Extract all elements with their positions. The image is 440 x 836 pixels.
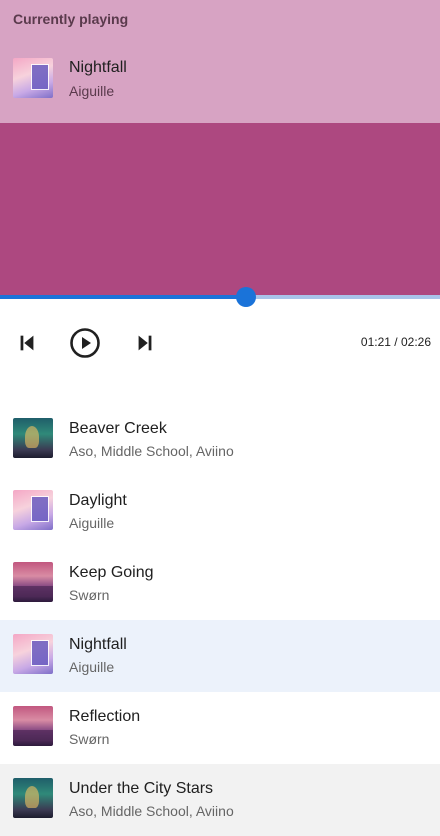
previous-button[interactable] bbox=[6, 322, 48, 364]
playlist-item[interactable]: Daylight Aiguille bbox=[0, 476, 440, 548]
playlist-item-selected[interactable]: Nightfall Aiguille bbox=[0, 620, 440, 692]
track-artwork bbox=[13, 418, 53, 458]
now-playing-header: Currently playing Nightfall Aiguille bbox=[0, 0, 440, 123]
skip-next-icon bbox=[138, 335, 152, 351]
track-title: Keep Going bbox=[69, 564, 154, 581]
now-playing-label: Currently playing bbox=[13, 11, 129, 27]
playlist-item[interactable]: Keep Going Swørn bbox=[0, 548, 440, 620]
track-artist: Aso, Middle School, Aviino bbox=[69, 443, 234, 459]
audio-visualizer bbox=[0, 123, 440, 295]
next-button[interactable] bbox=[124, 322, 166, 364]
playlist-item[interactable]: Reflection Swørn bbox=[0, 692, 440, 764]
elapsed-time: 01:21 bbox=[360, 335, 391, 349]
track-artwork bbox=[13, 634, 53, 674]
track-artist: Swørn bbox=[69, 731, 110, 747]
track-artwork bbox=[13, 778, 53, 818]
track-artwork bbox=[13, 706, 53, 746]
play-circle-icon bbox=[70, 328, 100, 358]
total-duration: 02:26 bbox=[400, 335, 431, 349]
play-button[interactable] bbox=[64, 322, 106, 364]
track-artwork bbox=[13, 562, 53, 602]
track-artist: Aso, Middle School, Aviino bbox=[69, 803, 234, 819]
progress-slider[interactable] bbox=[0, 287, 440, 307]
track-artist: Swørn bbox=[69, 587, 110, 603]
track-artist: Aiguille bbox=[69, 515, 115, 531]
now-playing-artist: Aiguille bbox=[69, 83, 115, 99]
now-playing-artwork bbox=[13, 58, 53, 98]
player-controls: 01:21 / 02:26 bbox=[0, 322, 440, 364]
track-title: Beaver Creek bbox=[69, 420, 167, 437]
playlist: Beaver Creek Aso, Middle School, Aviino … bbox=[0, 404, 440, 836]
track-title: Daylight bbox=[69, 492, 127, 509]
track-artwork bbox=[13, 490, 53, 530]
time-separator: / bbox=[390, 335, 401, 349]
playlist-item[interactable]: Beaver Creek Aso, Middle School, Aviino bbox=[0, 404, 440, 476]
track-title: Reflection bbox=[69, 708, 141, 725]
progress-fill bbox=[0, 295, 246, 299]
now-playing-title: Nightfall bbox=[69, 59, 127, 76]
track-title: Nightfall bbox=[69, 636, 127, 653]
time-readout: 01:21 / 02:26 bbox=[361, 335, 431, 349]
track-title: Under the City Stars bbox=[69, 780, 214, 797]
skip-previous-icon bbox=[20, 335, 34, 351]
track-artist: Aiguille bbox=[69, 659, 115, 675]
playlist-item[interactable]: Under the City Stars Aso, Middle School,… bbox=[0, 764, 440, 836]
progress-handle[interactable] bbox=[236, 287, 256, 307]
